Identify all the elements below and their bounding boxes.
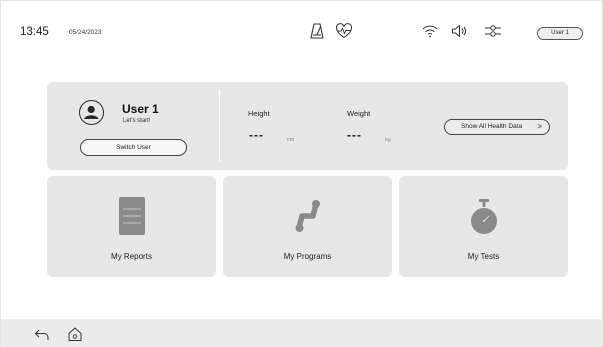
height-unit: cm — [287, 137, 295, 143]
my-tests-label: My Tests — [467, 252, 500, 261]
user-subtitle: Let's start! — [123, 118, 151, 124]
health-button-label: Show All Health Data — [461, 123, 523, 130]
home-icon[interactable] — [65, 324, 85, 344]
clock: 13:45 — [20, 26, 49, 38]
user-name: User 1 — [122, 102, 159, 116]
status-bar: 13:45 05/24/2023 User 1 — [1, 1, 603, 63]
card-divider — [219, 90, 220, 162]
current-user-button[interactable]: User 1 — [537, 27, 583, 40]
profile-card: User 1 Let's start! Switch User Height -… — [47, 82, 568, 170]
weight-label: Weight — [347, 109, 371, 118]
heart-rate-icon[interactable] — [334, 21, 354, 41]
weight-value: --- — [347, 128, 362, 142]
date: 05/24/2023 — [69, 29, 102, 36]
device-screen: 13:45 05/24/2023 User 1 User 1 Let's sta… — [0, 0, 603, 347]
my-tests-tile[interactable]: My Tests — [399, 176, 568, 277]
metronome-icon[interactable] — [307, 21, 327, 41]
bottom-nav-bar — [1, 319, 603, 347]
switch-user-button[interactable]: Switch User — [80, 139, 187, 156]
my-reports-label: My Reports — [111, 252, 152, 261]
back-arrow-icon[interactable] — [32, 324, 52, 344]
height-value: --- — [249, 128, 264, 142]
report-document-icon — [118, 197, 145, 240]
stopwatch-icon — [469, 199, 499, 242]
settings-sliders-icon[interactable] — [483, 21, 503, 41]
volume-icon[interactable] — [450, 21, 470, 41]
programs-path-icon — [294, 199, 322, 238]
my-programs-tile[interactable]: My Programs — [223, 176, 392, 277]
wifi-icon[interactable] — [420, 21, 440, 41]
show-all-health-data-button[interactable]: Show All Health Data > — [444, 119, 550, 135]
chevron-right-icon: > — [537, 122, 542, 131]
weight-unit: kg — [385, 137, 391, 143]
user-avatar-icon — [79, 100, 104, 125]
my-reports-tile[interactable]: My Reports — [47, 176, 216, 277]
height-label: Height — [248, 109, 270, 118]
my-programs-label: My Programs — [283, 252, 332, 261]
